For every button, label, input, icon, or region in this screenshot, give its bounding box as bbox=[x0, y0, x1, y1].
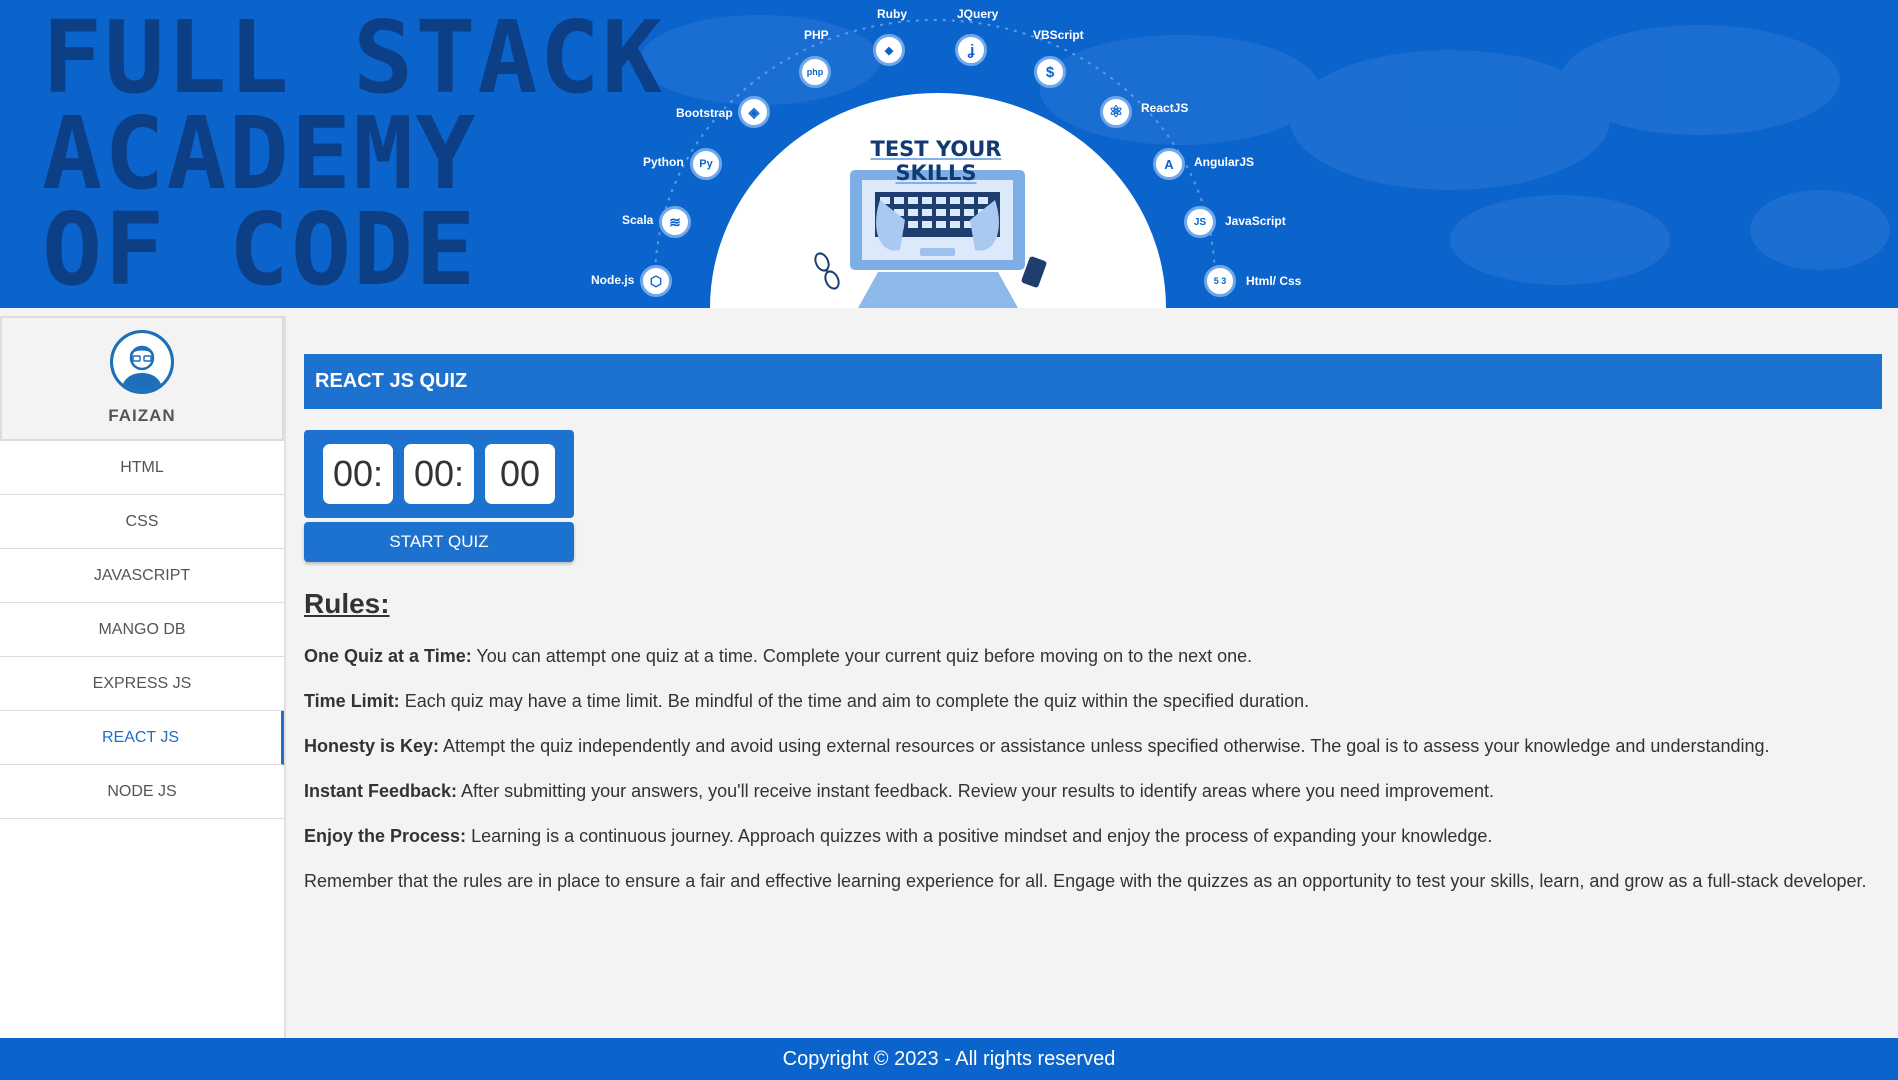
tech-label-jquery: JQuery bbox=[957, 7, 999, 21]
test-your-skills-title: TEST YOUR SKILLS bbox=[870, 137, 1002, 185]
rule-title: Instant Feedback: bbox=[304, 781, 458, 801]
angular-icon: A bbox=[1153, 148, 1185, 180]
scala-icon: ≋ bbox=[659, 206, 691, 238]
user-avatar-icon bbox=[113, 333, 171, 391]
quiz-main: REACT JS QUIZ 00: 00: 00 START QUIZ Rule… bbox=[304, 354, 1882, 893]
nodejs-icon: ⬡ bbox=[640, 265, 672, 297]
page-footer: Copyright © 2023 - All rights reserved bbox=[0, 1038, 1898, 1080]
html-css-icon: 5 3 bbox=[1204, 265, 1236, 297]
rule-text: Attempt the quiz independently and avoid… bbox=[439, 736, 1770, 756]
rule-title: Honesty is Key: bbox=[304, 736, 440, 756]
ruby-icon: ◆ bbox=[873, 34, 905, 66]
rules-closing: Remember that the rules are in place to … bbox=[304, 871, 1867, 891]
sidebar-item-express-js[interactable]: EXPRESS JS bbox=[0, 657, 284, 711]
sidebar-item-node-js[interactable]: NODE JS bbox=[0, 765, 284, 819]
rule-item: Enjoy the Process: Learning is a continu… bbox=[304, 825, 1882, 848]
sidebar-item-css[interactable]: CSS bbox=[0, 495, 284, 549]
tech-label-reactjs: ReactJS bbox=[1141, 101, 1189, 115]
bootstrap-icon: ◈ bbox=[738, 96, 770, 128]
rule-text: After submitting your answers, you'll re… bbox=[457, 781, 1494, 801]
jquery-icon: ʝ bbox=[955, 34, 987, 66]
tech-label-html-css: Html/ Css bbox=[1246, 274, 1302, 288]
course-nav: HTML CSS JAVASCRIPT MANGO DB EXPRESS JS … bbox=[0, 441, 284, 819]
user-avatar bbox=[110, 330, 174, 394]
rules-heading: Rules: bbox=[304, 588, 390, 619]
tech-label-php: PHP bbox=[804, 28, 829, 42]
tech-label-nodejs: Node.js bbox=[591, 273, 635, 287]
tech-label-angularjs: AngularJS bbox=[1194, 155, 1255, 169]
quiz-title: REACT JS QUIZ bbox=[304, 354, 1882, 409]
sidebar-item-mango-db[interactable]: MANGO DB bbox=[0, 603, 284, 657]
rule-text: Each quiz may have a time limit. Be mind… bbox=[399, 691, 1310, 711]
user-name: FAIZAN bbox=[108, 406, 176, 425]
brand-line-3: of Code bbox=[42, 191, 478, 308]
copyright-text: Copyright © 2023 - All rights reserved bbox=[782, 1047, 1116, 1070]
rule-title: Time Limit: bbox=[304, 691, 400, 711]
timer-minutes: 00: bbox=[404, 444, 474, 504]
brand-line-1: Full Stack bbox=[42, 0, 665, 116]
timer-seconds: 00 bbox=[485, 444, 555, 504]
academy-logo-text: Full Stack Academy of Code bbox=[42, 0, 665, 308]
php-icon: php bbox=[799, 56, 831, 88]
tech-label-scala: Scala bbox=[622, 213, 654, 227]
rule-text: Learning is a continuous journey. Approa… bbox=[466, 826, 1493, 846]
timer-hours: 00: bbox=[323, 444, 393, 504]
vbscript-icon: $ bbox=[1034, 56, 1066, 88]
rule-item: One Quiz at a Time: You can attempt one … bbox=[304, 645, 1882, 668]
python-icon: Py bbox=[690, 148, 722, 180]
quiz-timer: 00: 00: 00 bbox=[304, 430, 574, 518]
sidebar-item-html[interactable]: HTML bbox=[0, 441, 284, 495]
tech-label-bootstrap: Bootstrap bbox=[676, 106, 733, 120]
user-profile: FAIZAN bbox=[0, 316, 284, 441]
react-icon: ⚛ bbox=[1100, 96, 1132, 128]
rule-item: Honesty is Key: Attempt the quiz indepen… bbox=[304, 735, 1882, 758]
brand-line-2: Academy bbox=[42, 95, 478, 212]
sidebar-item-javascript[interactable]: JAVASCRIPT bbox=[0, 549, 284, 603]
rule-title: Enjoy the Process: bbox=[304, 826, 467, 846]
tech-label-vbscript: VBScript bbox=[1033, 28, 1084, 42]
rule-title: One Quiz at a Time: bbox=[304, 646, 472, 666]
tech-label-javascript: JavaScript bbox=[1225, 214, 1286, 228]
tech-label-ruby: Ruby bbox=[877, 7, 907, 21]
header-banner: Full Stack Academy of Code TEST YOUR SKI… bbox=[0, 0, 1898, 308]
sidebar: FAIZAN HTML CSS JAVASCRIPT MANGO DB EXPR… bbox=[0, 316, 286, 1038]
start-quiz-button[interactable]: START QUIZ bbox=[304, 522, 574, 562]
rule-item: Instant Feedback: After submitting your … bbox=[304, 780, 1882, 803]
javascript-icon: JS bbox=[1184, 206, 1216, 238]
tech-label-python: Python bbox=[643, 155, 684, 169]
sidebar-item-react-js[interactable]: REACT JS bbox=[0, 711, 284, 765]
rule-item: Time Limit: Each quiz may have a time li… bbox=[304, 690, 1882, 713]
rule-text: You can attempt one quiz at a time. Comp… bbox=[471, 646, 1253, 666]
